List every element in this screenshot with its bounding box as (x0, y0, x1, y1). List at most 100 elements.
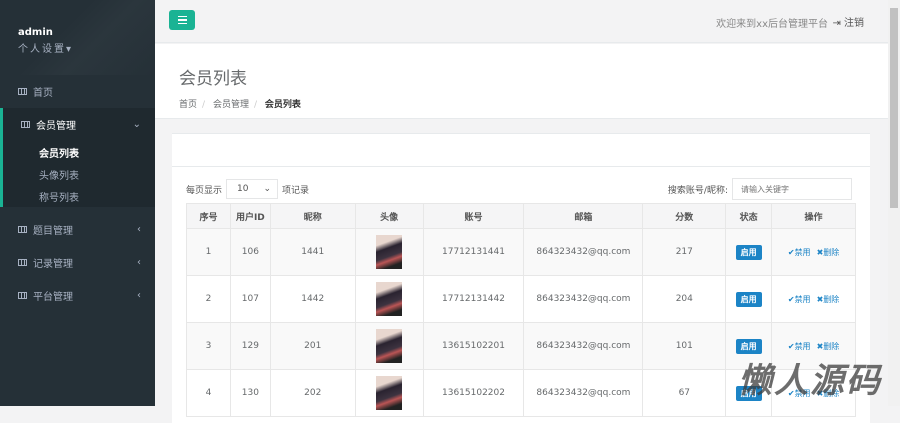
cell-nick: 202 (269, 369, 356, 417)
column-header[interactable]: 操作 (771, 203, 856, 229)
cell-score: 67 (642, 369, 727, 417)
cell-uid: 107 (229, 275, 271, 323)
cell-avatar (354, 275, 424, 323)
cell-no: 3 (186, 322, 231, 370)
sidebar-item-home[interactable]: 首页 (0, 75, 155, 108)
cell-no: 1 (186, 228, 231, 276)
status-badge: 启用 (735, 244, 762, 260)
grid-icon (18, 88, 27, 95)
sidebar-item-records[interactable]: 记录管理 ‹ (0, 246, 155, 279)
cell-uid: 129 (229, 322, 271, 370)
sidebar-item-label: 首页 (33, 88, 53, 99)
watermark: 懒人源码 (738, 361, 882, 401)
cell-nick: 1442 (269, 275, 356, 323)
sidebar-item-platform[interactable]: 平台管理 ‹ (0, 279, 155, 312)
sidebar-item-member[interactable]: 会员管理 ⌄ (3, 108, 155, 141)
grid-icon (18, 226, 27, 233)
delete-button[interactable]: ✖删除 (817, 342, 840, 351)
cell-uid: 130 (229, 369, 271, 417)
chevron-left-icon: ‹ (137, 257, 141, 268)
breadcrumb-home[interactable]: 首页 (179, 100, 197, 110)
logout-link[interactable]: ⇥ 注销 (832, 14, 864, 29)
column-header[interactable]: 状态 (725, 203, 773, 229)
personal-settings-dropdown[interactable]: 个人设置▾ (18, 40, 155, 55)
cell-no: 4 (186, 369, 231, 417)
grid-icon (18, 292, 27, 299)
page-length-select[interactable]: 10 ⌄ (226, 179, 279, 199)
avatar (376, 329, 403, 363)
avatar (376, 235, 403, 269)
label: 每页显示 (186, 185, 223, 196)
cell-account: 13615102202 (422, 369, 525, 417)
sidebar-group-member: 会员管理 ⌄ 会员列表 头像列表 称号列表 (0, 108, 155, 207)
chevron-left-icon: ‹ (137, 290, 141, 301)
cell-nick: 1441 (269, 228, 356, 276)
chevron-left-icon: ‹ (137, 224, 141, 235)
cell-nick: 201 (269, 322, 356, 370)
breadcrumb-member[interactable]: 会员管理 (213, 100, 249, 110)
table-row: 2 107 1442 17712131442 864323432@qq.com … (186, 275, 856, 323)
status-badge: 启用 (735, 291, 762, 307)
page-length-control: 每页显示 10 ⌄ 项记录 (186, 179, 309, 199)
disable-button[interactable]: ✔禁用 (788, 295, 811, 304)
sidebar-item-label: 平台管理 (33, 292, 73, 303)
disable-button[interactable]: ✔禁用 (788, 342, 811, 351)
column-header[interactable]: 账号 (422, 203, 525, 229)
cell-status: 启用 (725, 275, 773, 323)
page-heading: 会员列表 首页 / 会员管理 / 会员列表 (155, 44, 888, 119)
sidebar-sub-member-list[interactable]: 会员列表 (3, 141, 155, 163)
cell-actions: ✔禁用 ✖删除 (771, 228, 856, 276)
table-row: 1 106 1441 17712131441 864323432@qq.com … (186, 228, 856, 276)
cell-avatar (354, 322, 424, 370)
cell-score: 217 (642, 228, 727, 276)
sidebar-item-label: 记录管理 (33, 259, 73, 270)
cell-status: 启用 (725, 228, 773, 276)
column-header[interactable]: 序号 (186, 203, 231, 229)
cell-email: 864323432@qq.com (523, 322, 644, 370)
cell-email: 864323432@qq.com (523, 275, 644, 323)
top-navbar: 欢迎来到xx后台管理平台 ⇥ 注销 (155, 0, 888, 43)
search-control: 搜索账号/昵称: (668, 178, 852, 200)
cell-account: 17712131442 (422, 275, 525, 323)
grid-icon (18, 259, 27, 266)
selected-value: 10 (237, 184, 249, 194)
avatar (376, 376, 403, 410)
profile: admin 个人设置▾ (0, 0, 155, 75)
column-header[interactable]: 昵称 (269, 203, 356, 229)
disable-button[interactable]: ✔禁用 (788, 248, 811, 257)
delete-button[interactable]: ✖删除 (817, 248, 840, 257)
cell-score: 101 (642, 322, 727, 370)
sidebar: admin 个人设置▾ 首页 会员管理 ⌄ 会员列表 头像列表 称号列表 题目管理… (0, 0, 155, 406)
cell-actions: ✔禁用 ✖删除 (771, 275, 856, 323)
cell-no: 2 (186, 275, 231, 323)
label: 项记录 (282, 185, 310, 196)
cell-email: 864323432@qq.com (523, 228, 644, 276)
column-header[interactable]: 分数 (642, 203, 727, 229)
search-label: 搜索账号/昵称: (667, 185, 728, 196)
breadcrumb-current: 会员列表 (264, 100, 301, 110)
scrollbar[interactable] (888, 0, 900, 406)
username: admin (18, 27, 53, 38)
sidebar-item-label: 题目管理 (33, 226, 73, 237)
chevron-down-icon: ⌄ (132, 119, 141, 130)
sidebar-item-label: 会员管理 (36, 121, 76, 132)
page-title: 会员列表 (179, 69, 247, 89)
menu-toggle-button[interactable] (169, 10, 195, 30)
breadcrumb: 首页 / 会员管理 / 会员列表 (179, 100, 301, 110)
column-header[interactable]: 邮箱 (523, 203, 644, 229)
search-input[interactable] (732, 178, 852, 200)
column-header[interactable]: 头像 (354, 203, 424, 229)
sidebar-item-questions[interactable]: 题目管理 ‹ (0, 213, 155, 246)
cell-email: 864323432@qq.com (523, 369, 644, 417)
welcome-text: 欢迎来到xx后台管理平台 (716, 19, 828, 30)
column-header[interactable]: 用户ID (229, 203, 271, 229)
status-badge: 启用 (735, 338, 762, 354)
grid-icon (21, 121, 30, 128)
sidebar-sub-title-list[interactable]: 称号列表 (3, 185, 155, 207)
sidebar-sub-avatar-list[interactable]: 头像列表 (3, 163, 155, 185)
delete-button[interactable]: ✖删除 (817, 295, 840, 304)
cell-account: 13615102201 (422, 322, 525, 370)
cell-avatar (354, 369, 424, 417)
cell-avatar (354, 228, 424, 276)
cell-uid: 106 (229, 228, 271, 276)
